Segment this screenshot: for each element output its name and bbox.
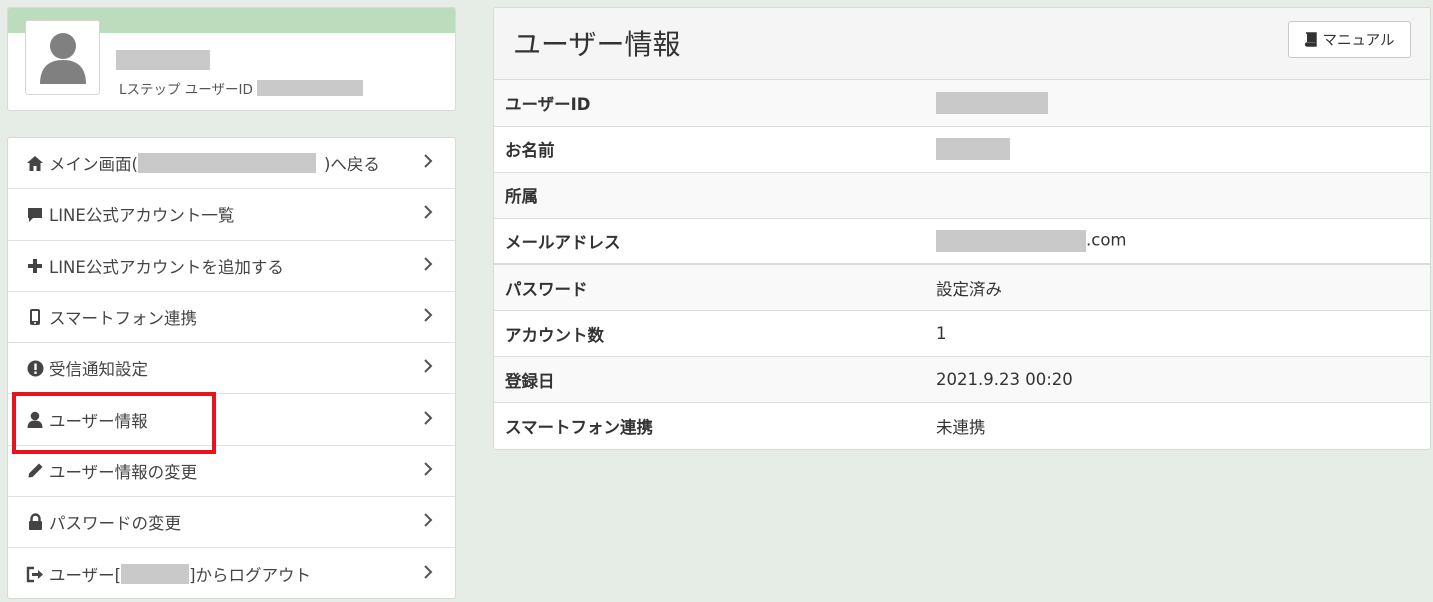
sidebar-item-label: パスワードの変更: [49, 514, 181, 534]
sidebar-item-label: メイン画面(: [49, 155, 138, 175]
row-label: 所属: [494, 172, 924, 219]
user-id-redacted: [936, 91, 1048, 114]
chevron-right-icon: [423, 564, 433, 584]
sidebar-menu: メイン画面( )へ戻る LINE公式アカウント一覧 LINE公式アカウントを追加…: [7, 137, 456, 599]
username-redacted: [121, 564, 190, 585]
sidebar-item-line-accounts[interactable]: LINE公式アカウント一覧: [8, 189, 455, 241]
profile-name-redacted: [116, 50, 210, 70]
row-value-email: .com: [924, 218, 1430, 266]
sidebar-item-main-screen[interactable]: メイン画面( )へ戻る: [8, 138, 455, 190]
row-label: メールアドレス: [494, 218, 924, 266]
name-redacted: [936, 138, 1010, 161]
chevron-right-icon: [423, 256, 433, 276]
chevron-right-icon: [423, 358, 433, 378]
sidebar-item-label: ユーザー情報の変更: [49, 462, 198, 482]
chevron-right-icon: [423, 307, 433, 327]
table-row: スマートフォン連携 未連携: [494, 403, 1430, 449]
sidebar-item-label: LINE公式アカウントを追加する: [49, 257, 284, 277]
home-icon: [25, 153, 45, 173]
panel-header: ユーザー情報 マニュアル: [494, 8, 1430, 80]
comment-icon: [25, 204, 45, 224]
page-title: ユーザー情報: [513, 28, 681, 61]
profile-id-row: Lステップ ユーザーID: [119, 78, 363, 98]
row-value-smartphone-link: 未連携: [936, 417, 986, 437]
table-row: 所属: [494, 172, 1430, 219]
user-icon: [25, 410, 45, 430]
sidebar-item-label: スマートフォン連携: [49, 309, 198, 329]
row-label: パスワード: [494, 264, 924, 311]
sidebar-item-logout[interactable]: ユーザー[ ]からログアウト: [8, 548, 455, 598]
pencil-icon: [25, 461, 45, 481]
profile-id-redacted: [256, 80, 363, 96]
book-icon: [1305, 32, 1318, 47]
profile-id-label: Lステップ ユーザーID: [119, 82, 253, 98]
table-row: パスワード 設定済み: [494, 264, 1430, 311]
sidebar-item-change-password[interactable]: パスワードの変更: [8, 497, 455, 549]
sidebar-item-add-line-account[interactable]: LINE公式アカウントを追加する: [8, 241, 455, 292]
chevron-right-icon: [423, 461, 433, 481]
table-row: 登録日 2021.9.23 00:20: [494, 356, 1430, 404]
sidebar-item-label: LINE公式アカウント一覧: [49, 206, 235, 226]
row-label: ユーザーID: [494, 80, 924, 127]
account-name-redacted: [137, 153, 316, 174]
row-value-account-count: 1: [924, 310, 1430, 358]
sidebar-item-notification-settings[interactable]: 受信通知設定: [8, 343, 455, 395]
table-row: お名前: [494, 126, 1430, 173]
sidebar-item-label: 受信通知設定: [49, 360, 148, 380]
sidebar-item-smartphone-link[interactable]: スマートフォン連携: [8, 292, 455, 344]
row-value-registered-date: 2021.9.23 00:20: [924, 356, 1430, 404]
user-info-table: ユーザーID お名前 所属 メールアドレス .com パスワード 設定済み アカ…: [494, 80, 1430, 449]
sidebar-item-label: ユーザー情報: [49, 411, 148, 431]
chevron-right-icon: [423, 204, 433, 224]
profile-card: Lステップ ユーザーID: [7, 7, 456, 111]
manual-button[interactable]: マニュアル: [1288, 21, 1411, 58]
sidebar-item-label: ユーザー[: [49, 566, 122, 586]
sidebar-item-user-info[interactable]: ユーザー情報: [8, 392, 455, 455]
email-redacted: [936, 230, 1086, 253]
row-label: スマートフォン連携: [505, 417, 654, 437]
sidebar-item-label-suffix: ]からログアウト: [189, 566, 312, 586]
row-label: お名前: [494, 126, 924, 173]
row-label: アカウント数: [494, 310, 924, 358]
phone-icon: [25, 307, 45, 327]
sidebar-item-edit-user-info[interactable]: ユーザー情報の変更: [8, 446, 455, 498]
row-value-name: [924, 126, 1430, 173]
chevron-right-icon: [423, 410, 433, 430]
exclamation-icon: [25, 358, 45, 378]
user-silhouette-icon: [40, 33, 86, 84]
sidebar-item-label-suffix: )へ戻る: [323, 155, 380, 175]
row-value-affiliation: [924, 172, 1430, 219]
chevron-right-icon: [423, 153, 433, 173]
row-label: 登録日: [494, 356, 924, 404]
table-row: ユーザーID: [494, 80, 1430, 127]
row-value-password: 設定済み: [924, 264, 1430, 311]
lock-icon: [25, 512, 45, 532]
logout-icon: [25, 564, 45, 584]
manual-button-label: マニュアル: [1322, 33, 1395, 49]
email-domain-suffix: .com: [1086, 230, 1127, 250]
table-row: メールアドレス .com: [494, 218, 1430, 266]
user-info-panel: ユーザー情報 マニュアル ユーザーID お名前 所属 メールアドレス .com …: [493, 7, 1431, 450]
avatar: [25, 20, 100, 95]
chevron-right-icon: [423, 512, 433, 532]
plus-icon: [25, 256, 45, 276]
table-row: アカウント数 1: [494, 310, 1430, 358]
row-value-user-id: [924, 80, 1430, 127]
